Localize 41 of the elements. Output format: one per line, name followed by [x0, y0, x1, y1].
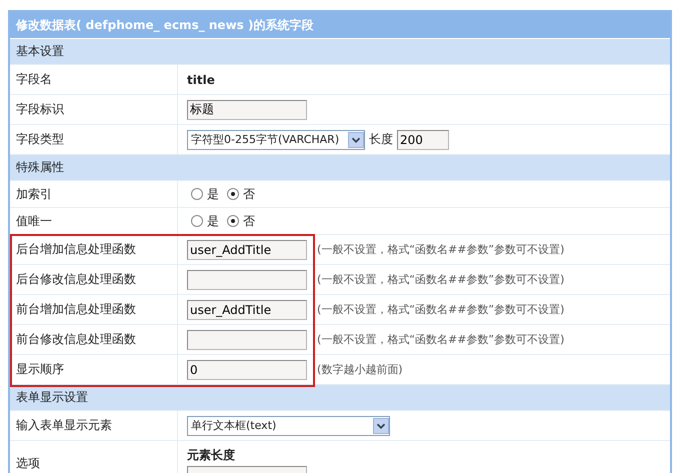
field-label: 元素长度: [187, 447, 236, 464]
field-label: 选项: [10, 441, 178, 473]
field-label: 字段名: [10, 65, 178, 94]
hint-text: (一般不设置，格式“函数名##参数”参数可不设置): [317, 242, 564, 257]
field-label: 前台修改信息处理函数: [10, 325, 178, 354]
radio-button[interactable]: [227, 215, 239, 227]
hint-text: (一般不设置，格式“函数名##参数”参数可不设置): [317, 302, 564, 317]
field-label: 字段标识: [10, 95, 178, 124]
select-dropdown[interactable]: 字符型0-255字节(VARCHAR): [187, 130, 365, 150]
text-input[interactable]: 200: [397, 130, 449, 150]
text-input[interactable]: 标题: [187, 100, 307, 120]
field-value: title: [187, 72, 215, 86]
section-header: 特殊属性: [10, 155, 670, 181]
select-dropdown[interactable]: 单行文本框(text): [187, 416, 390, 436]
section-header: 表单显示设置: [10, 385, 670, 411]
field-label: 长度: [369, 131, 393, 148]
hint-text: (数字越小越前面): [317, 362, 403, 377]
text-input[interactable]: [187, 330, 307, 350]
section-header: 基本设置: [10, 39, 670, 65]
field-label: 值唯一: [10, 208, 178, 234]
hint-text: (一般不设置，格式“函数名##参数”参数可不设置): [317, 332, 564, 347]
radio-label: 是: [207, 186, 219, 202]
field-label: 后台修改信息处理函数: [10, 265, 178, 294]
text-input[interactable]: [187, 270, 307, 290]
radio-label: 是: [207, 212, 219, 230]
radio-button[interactable]: [191, 215, 203, 227]
field-label: 输入表单显示元素: [10, 411, 178, 440]
field-label: 加索引: [10, 181, 178, 207]
hint-text: (一般不设置，格式“函数名##参数”参数可不设置): [317, 272, 564, 287]
radio-button[interactable]: [191, 188, 203, 200]
field-label: 字段类型: [10, 125, 178, 154]
radio-button[interactable]: [227, 188, 239, 200]
field-label: 前台增加信息处理函数: [10, 295, 178, 324]
radio-label: 否: [243, 212, 255, 230]
radio-label: 否: [243, 186, 255, 202]
field-label: 后台增加信息处理函数: [10, 235, 178, 264]
text-input[interactable]: user_AddTitle: [187, 240, 307, 260]
panel-title: 修改数据表( defphome_ ecms_ news )的系统字段: [10, 12, 670, 39]
field-label: 显示顺序: [10, 355, 178, 384]
text-input[interactable]: 0: [187, 360, 307, 380]
text-input[interactable]: user_AddTitle: [187, 300, 307, 320]
